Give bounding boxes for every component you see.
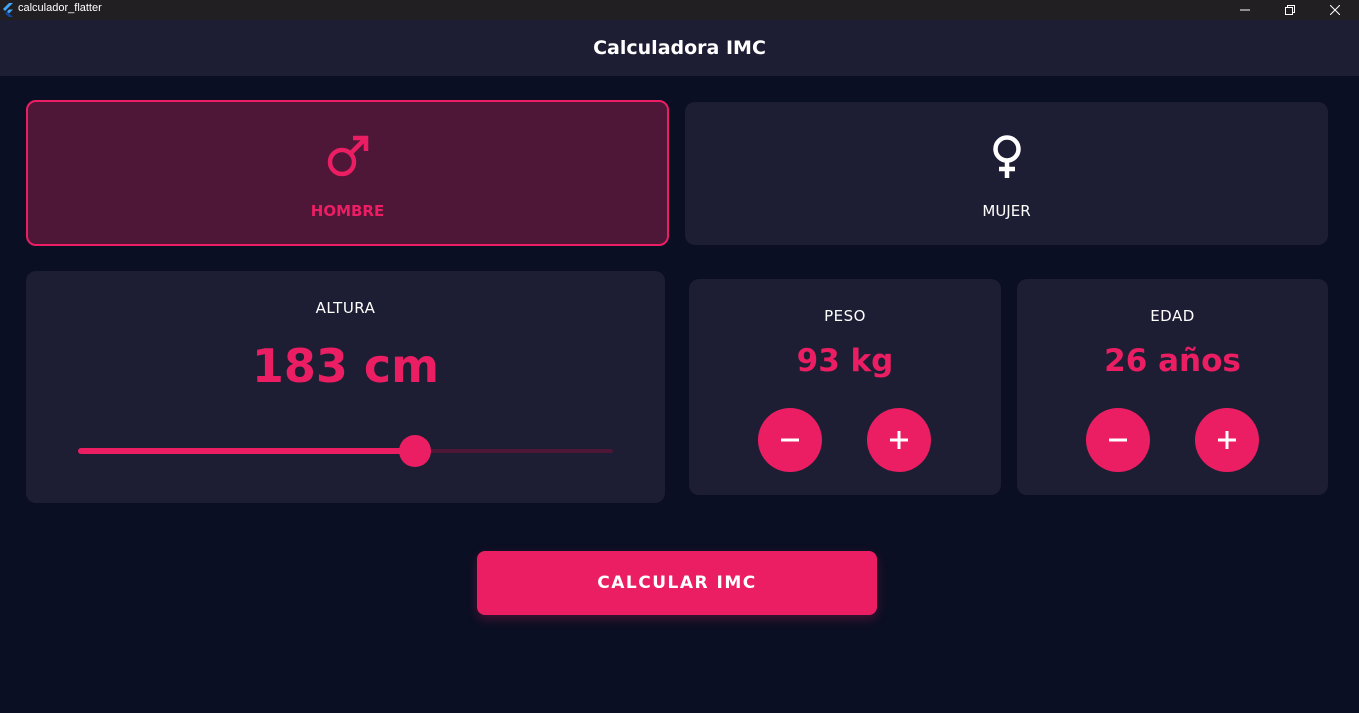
minimize-icon xyxy=(1239,9,1250,11)
minimize-button[interactable] xyxy=(1222,0,1267,20)
height-slider[interactable] xyxy=(78,435,613,467)
plus-icon xyxy=(890,431,908,449)
weight-increment-button[interactable] xyxy=(867,408,931,472)
plus-icon xyxy=(1218,431,1236,449)
weight-decrement-button[interactable] xyxy=(758,408,822,472)
female-symbol-icon xyxy=(992,135,1021,178)
calculate-imc-button[interactable]: CALCULAR IMC xyxy=(477,551,877,615)
app-bar: Calculadora IMC xyxy=(0,20,1359,76)
age-label: EDAD xyxy=(1150,307,1195,325)
window-title: calculador_flatter xyxy=(18,2,102,14)
restore-icon xyxy=(1284,5,1295,15)
gender-card-male[interactable]: HOMBRE xyxy=(26,100,669,246)
slider-track-active xyxy=(78,448,416,454)
weight-value: 93 kg xyxy=(796,343,894,379)
close-icon xyxy=(1329,5,1340,15)
age-value: 26 años xyxy=(1104,343,1241,379)
slider-thumb[interactable] xyxy=(399,435,432,467)
gender-label-male: HOMBRE xyxy=(310,202,385,220)
flutter-logo-icon xyxy=(3,3,13,17)
height-card: ALTURA 183 cm xyxy=(26,271,665,503)
restore-button[interactable] xyxy=(1267,0,1312,20)
gender-card-female[interactable]: MUJER xyxy=(685,102,1328,245)
age-increment-button[interactable] xyxy=(1195,408,1259,472)
height-value: 183 cm xyxy=(251,339,440,393)
age-card: EDAD 26 años xyxy=(1017,279,1328,495)
close-button[interactable] xyxy=(1312,0,1357,20)
window-titlebar: calculador_flatter xyxy=(0,0,1359,20)
height-label: ALTURA xyxy=(315,299,376,317)
weight-label: PESO xyxy=(824,307,866,325)
calculate-imc-label: CALCULAR IMC xyxy=(597,573,757,593)
weight-card: PESO 93 kg xyxy=(689,279,1001,495)
page-title: Calculadora IMC xyxy=(593,37,766,59)
minus-icon xyxy=(1109,438,1127,442)
minus-icon xyxy=(781,438,799,442)
male-symbol-icon xyxy=(327,135,368,177)
gender-label-female: MUJER xyxy=(982,202,1031,220)
age-decrement-button[interactable] xyxy=(1086,408,1150,472)
